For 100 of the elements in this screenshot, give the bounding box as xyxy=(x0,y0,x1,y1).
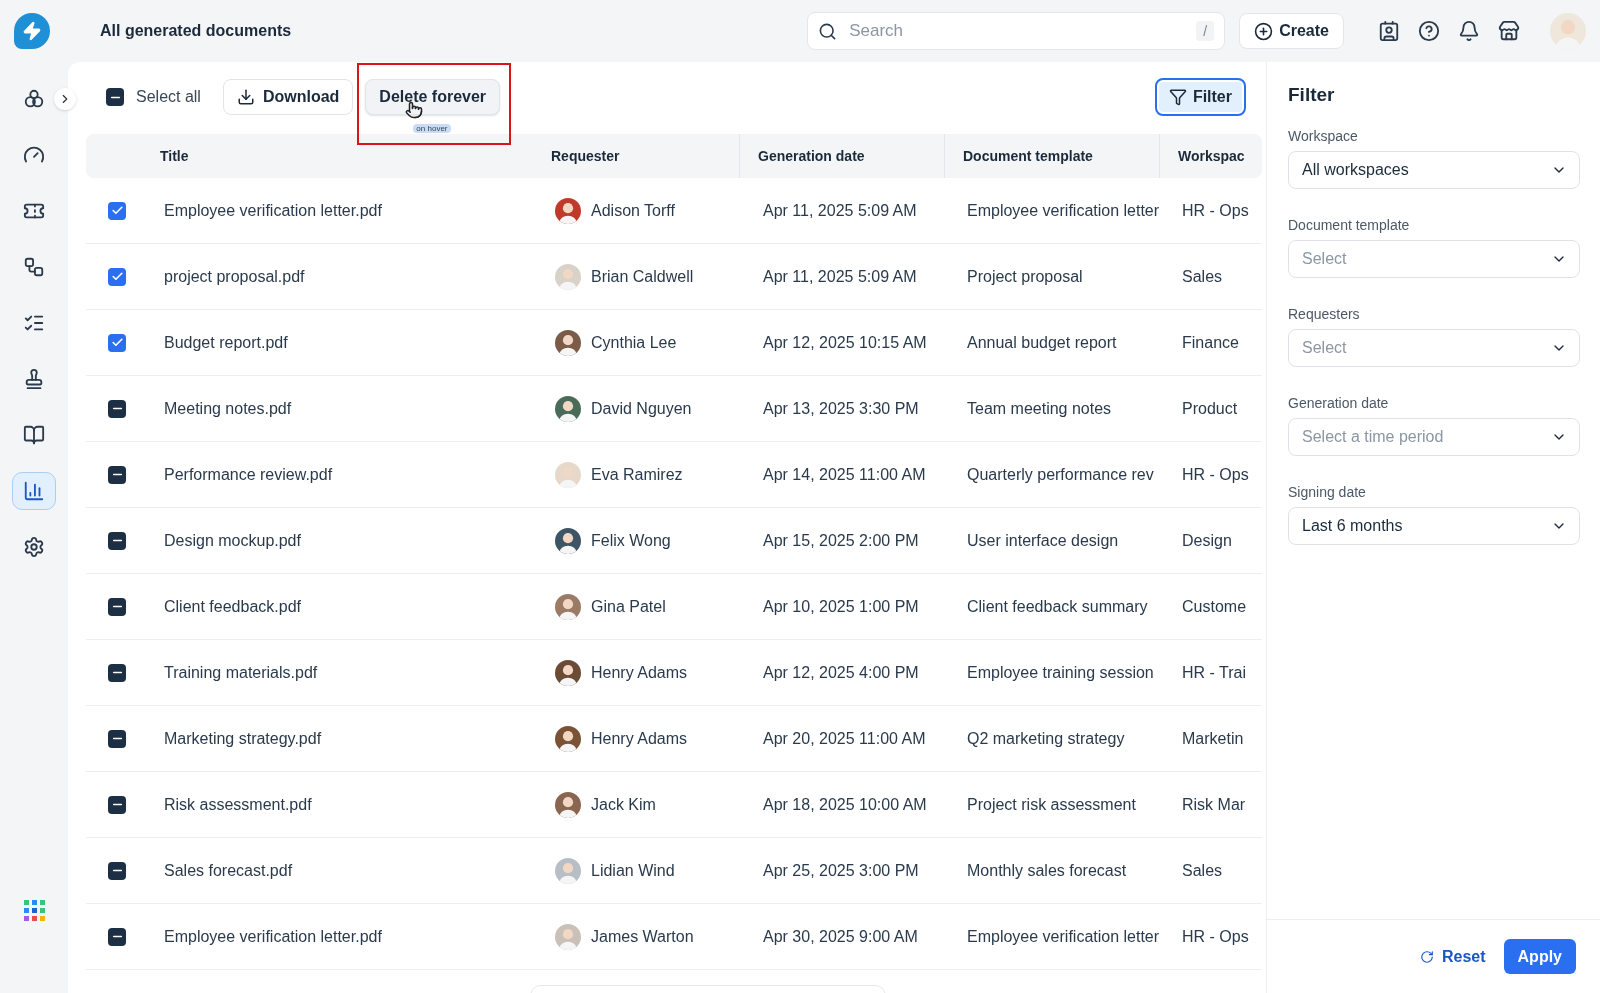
template-cell: Project proposal xyxy=(945,244,1160,310)
title-cell: Risk assessment.pdf xyxy=(150,772,533,838)
column-header: Workspac xyxy=(1160,134,1262,178)
date-cell: Apr 13, 2025 3:30 PM xyxy=(740,376,945,442)
filter-button[interactable]: Filter xyxy=(1154,78,1246,116)
checkbox[interactable] xyxy=(108,795,126,814)
date-cell: Apr 18, 2025 10:00 AM xyxy=(740,772,945,838)
requester-name: David Nguyen xyxy=(591,398,692,419)
avatar xyxy=(555,395,581,422)
checkbox[interactable] xyxy=(106,88,124,106)
search-icon xyxy=(818,21,838,41)
checkbox[interactable] xyxy=(108,333,126,352)
requester-name: Felix Wong xyxy=(591,530,671,551)
checkbox[interactable] xyxy=(108,927,126,946)
apps-icon[interactable] xyxy=(23,900,45,921)
field-label: Document template xyxy=(1288,217,1411,233)
title-cell: Design mockup.pdf xyxy=(150,508,533,574)
date-cell: Apr 10, 2025 1:00 PM xyxy=(740,574,945,640)
template-cell: Monthly sales forecast xyxy=(945,838,1160,904)
check-icon xyxy=(110,336,124,349)
template-cell: Employee verification letter xyxy=(945,178,1160,244)
template-cell: Annual budget report xyxy=(945,310,1160,376)
store-icon[interactable] xyxy=(1498,20,1520,42)
delete-button[interactable]: Delete forever xyxy=(365,79,501,115)
sidebar-button[interactable] xyxy=(12,472,56,510)
title-cell: Budget report.pdf xyxy=(150,310,533,376)
expand-toggle[interactable] xyxy=(54,88,76,110)
field-label: Workspace xyxy=(1288,128,1359,144)
checkbox[interactable] xyxy=(108,201,126,220)
requester-name: Brian Caldwell xyxy=(591,266,694,287)
checkbox[interactable] xyxy=(108,663,126,682)
date-cell: Apr 14, 2025 11:00 AM xyxy=(740,442,945,508)
requester-name: Henry Adams xyxy=(591,728,688,749)
reset-button[interactable]: Reset xyxy=(1419,947,1486,966)
column-header: Requester xyxy=(533,134,740,178)
help-icon[interactable] xyxy=(1418,20,1440,42)
select-all-label[interactable]: Select all xyxy=(136,88,201,106)
date-cell: Apr 25, 2025 3:00 PM xyxy=(740,838,945,904)
template-cell: Q2 marketing strategy xyxy=(945,706,1160,772)
date-cell: Apr 15, 2025 2:00 PM xyxy=(740,508,945,574)
logo[interactable] xyxy=(14,13,50,49)
date-cell: Apr 12, 2025 4:00 PM xyxy=(740,640,945,706)
workspace-cell: Finance xyxy=(1160,310,1262,376)
settings-icon xyxy=(23,536,45,558)
template-cell: Client feedback summary xyxy=(945,574,1160,640)
bell-icon[interactable] xyxy=(1458,20,1480,42)
book-icon xyxy=(23,424,45,446)
pointer-icon xyxy=(405,101,424,119)
field-label: Generation date xyxy=(1288,395,1390,411)
avatar xyxy=(555,527,581,554)
shortcut-key: / xyxy=(1196,21,1215,41)
checkbox[interactable] xyxy=(108,729,126,748)
select-field[interactable]: All workspaces xyxy=(1288,151,1580,189)
workspace-cell: Product xyxy=(1160,376,1262,442)
checkbox[interactable] xyxy=(108,531,126,550)
checkbox[interactable] xyxy=(108,861,126,880)
title-cell: Performance review.pdf xyxy=(150,442,533,508)
title-cell: Employee verification letter.pdf xyxy=(150,904,533,970)
template-cell: User interface design xyxy=(945,508,1160,574)
workspace-cell: HR - Trai xyxy=(1160,640,1262,706)
title-cell: Sales forecast.pdf xyxy=(150,838,533,904)
hover-note: on hover xyxy=(413,124,451,133)
title-cell: Meeting notes.pdf xyxy=(150,376,533,442)
panel-title: Filter xyxy=(1288,84,1336,106)
contact-list-icon[interactable] xyxy=(1378,20,1400,42)
checkbox[interactable] xyxy=(108,399,126,418)
workspace-cell: Risk Mar xyxy=(1160,772,1262,838)
lightning-icon xyxy=(22,21,42,41)
date-cell: Apr 11, 2025 5:09 AM xyxy=(740,244,945,310)
template-cell: Employee verification letter xyxy=(945,904,1160,970)
title-cell: Marketing strategy.pdf xyxy=(150,706,533,772)
checkbox[interactable] xyxy=(108,597,126,616)
title-cell: Employee verification letter.pdf xyxy=(150,178,533,244)
checkbox[interactable] xyxy=(108,465,126,484)
checkbox[interactable] xyxy=(108,267,126,286)
workspace-cell: Custome xyxy=(1160,574,1262,640)
requester-name: Henry Adams xyxy=(591,662,688,683)
create-button[interactable]: Create xyxy=(1239,13,1344,49)
date-cell: Apr 20, 2025 11:00 AM xyxy=(740,706,945,772)
avatar xyxy=(1550,13,1586,49)
avatar xyxy=(555,857,581,884)
select-field[interactable]: Last 6 months xyxy=(1288,507,1580,545)
page-title: All generated documents xyxy=(100,22,293,40)
template-cell: Employee training session xyxy=(945,640,1160,706)
date-cell: Apr 12, 2025 10:15 AM xyxy=(740,310,945,376)
template-cell: Team meeting notes xyxy=(945,376,1160,442)
avatar xyxy=(555,923,581,950)
avatar xyxy=(555,791,581,818)
workspace-cell: Sales xyxy=(1160,244,1262,310)
requester-name: Gina Patel xyxy=(591,596,666,617)
apply-button[interactable]: Apply xyxy=(1503,939,1576,974)
title-cell: project proposal.pdf xyxy=(150,244,533,310)
workspace-cell: Sales xyxy=(1160,838,1262,904)
title-cell: Training materials.pdf xyxy=(150,640,533,706)
download-button[interactable]: Download xyxy=(222,79,354,115)
search-input[interactable]: Search xyxy=(847,20,1187,42)
stamp-icon xyxy=(23,368,45,390)
check-icon xyxy=(110,270,124,283)
avatar xyxy=(555,659,581,686)
plus-icon xyxy=(1254,21,1274,41)
